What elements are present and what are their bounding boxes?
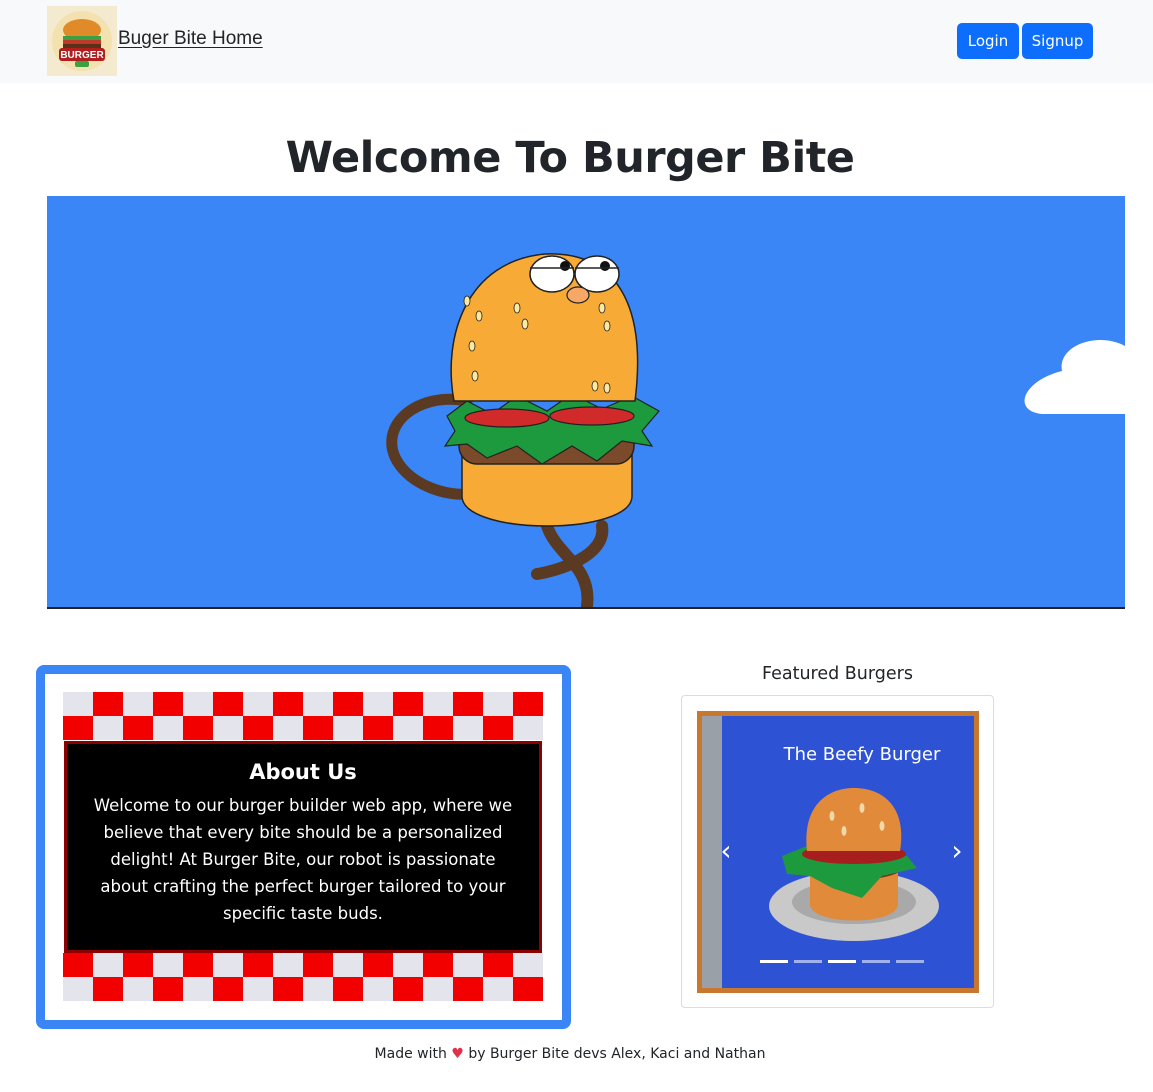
carousel-indicator[interactable] <box>828 960 856 963</box>
walking-burger-illustration <box>386 253 1125 607</box>
featured-burgers-title: Featured Burgers <box>762 664 913 684</box>
hero-banner <box>47 196 1125 609</box>
carousel-indicators <box>760 960 924 963</box>
navbar: BURGER Buger Bite Home Login Signup <box>0 0 1153 83</box>
about-us-card: About Us Welcome to our burger builder w… <box>36 665 571 1029</box>
checkered-border-top <box>63 692 543 740</box>
footer: Made with ♥ by Burger Bite devs Alex, Ka… <box>0 1046 1140 1062</box>
svg-text:BURGER: BURGER <box>60 50 104 61</box>
brand-home-link[interactable]: Buger Bite Home <box>118 28 263 50</box>
carousel-next-button[interactable]: › <box>947 836 967 866</box>
page-title: Welcome To Burger Bite <box>285 133 855 183</box>
checkered-border-bottom <box>63 953 543 1001</box>
footer-credits: by Burger Bite devs Alex, Kaci and Natha… <box>468 1046 766 1062</box>
carousel-indicator[interactable] <box>760 960 788 963</box>
login-button[interactable]: Login <box>957 23 1019 59</box>
carousel-indicator[interactable] <box>862 960 890 963</box>
carousel-slide[interactable]: The Beefy Burger ‹ › <box>697 711 979 993</box>
about-us-description: Welcome to our burger builder web app, w… <box>93 796 513 923</box>
carousel-indicator[interactable] <box>896 960 924 963</box>
footer-made-with: Made with <box>374 1046 447 1062</box>
beefy-burger-image <box>769 788 939 941</box>
burger-bite-logo[interactable]: BURGER <box>47 6 117 76</box>
carousel-prev-button[interactable]: ‹ <box>716 836 736 866</box>
signup-button[interactable]: Signup <box>1022 23 1093 59</box>
about-us-text-panel: About Us Welcome to our burger builder w… <box>64 741 542 953</box>
featured-burgers-carousel: The Beefy Burger ‹ › <box>681 695 994 1008</box>
carousel-indicator[interactable] <box>794 960 822 963</box>
about-us-title: About Us <box>249 760 357 784</box>
heart-icon: ♥ <box>451 1046 464 1062</box>
